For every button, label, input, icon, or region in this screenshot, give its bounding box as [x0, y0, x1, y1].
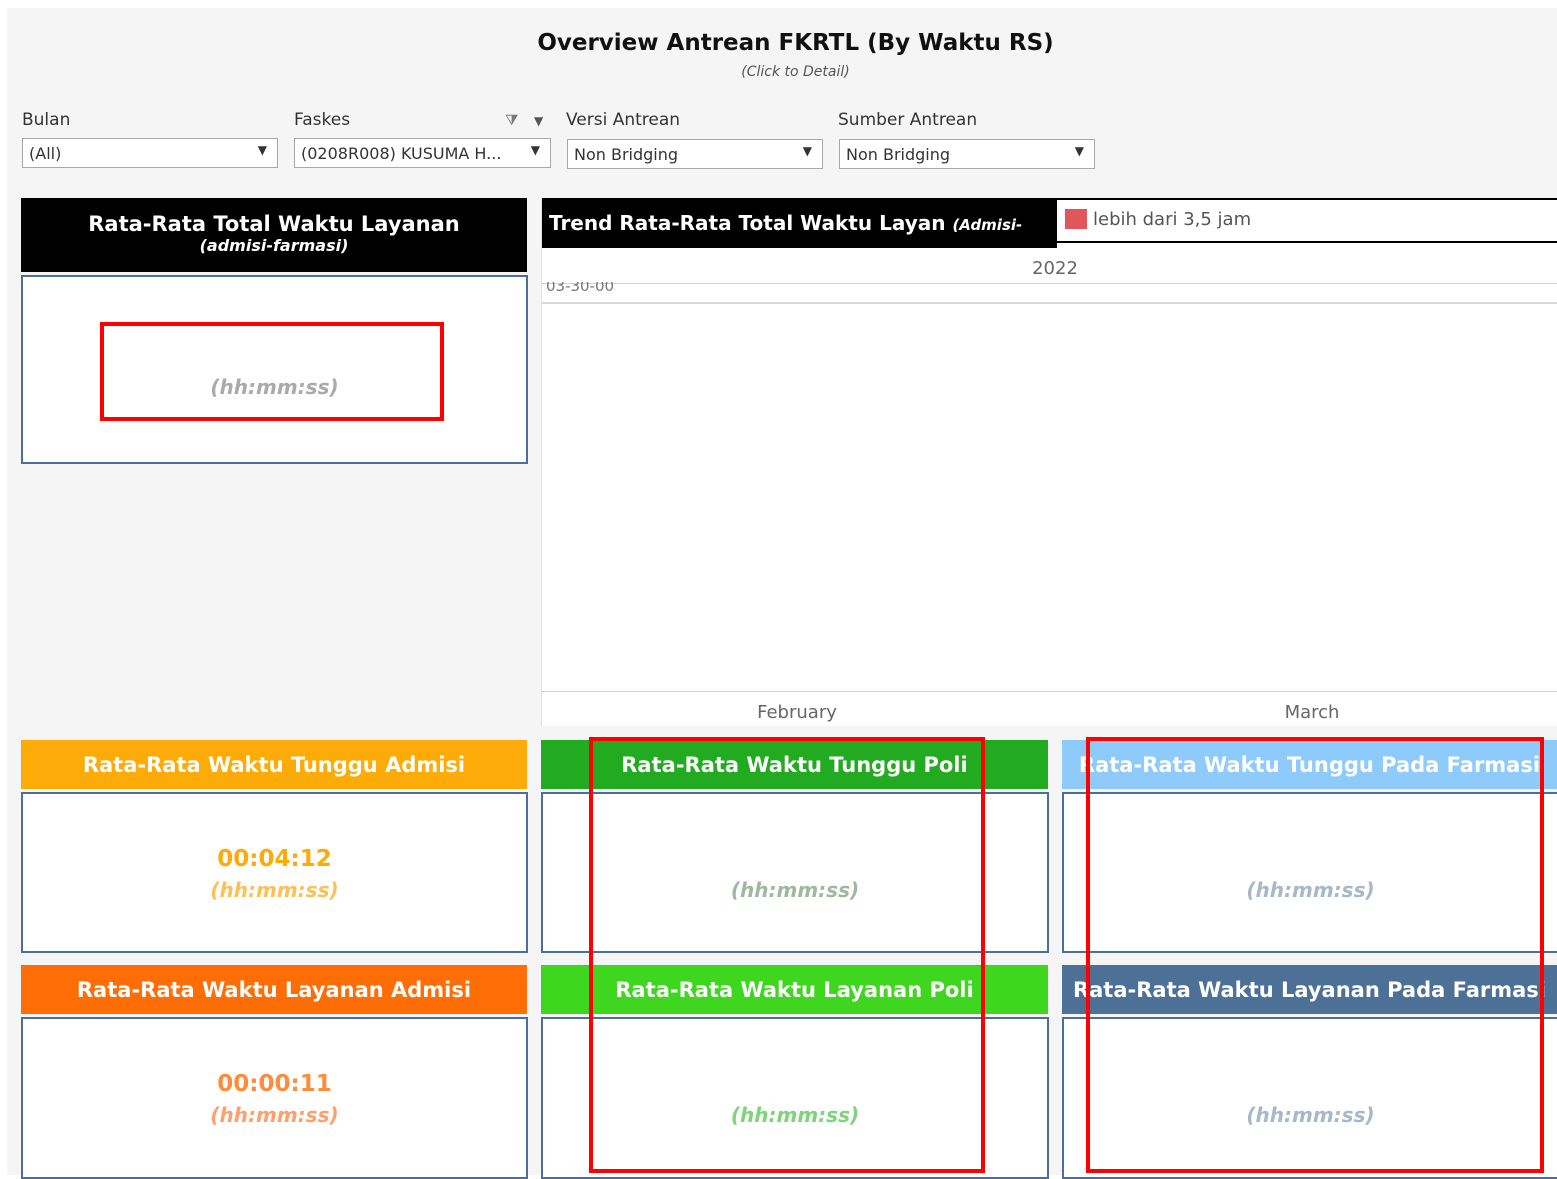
filter-faskes-value: (0208R008) KUSUMA H... [301, 144, 502, 163]
trend-chart-header: Trend Rata-Rata Total Waktu Layan (Admis… [542, 198, 1057, 286]
trend-month-february: February [757, 702, 837, 723]
legend-label: lebih dari 3,5 jam [1093, 209, 1252, 230]
filter-faskes-label: Faskes [294, 110, 351, 130]
layanan-admisi-header: Rata-Rata Waktu Layanan Admisi [21, 965, 527, 1014]
tunggu-admisi-value: 00:04:12 [217, 846, 332, 872]
layanan-admisi-unit: (hh:mm:ss) [210, 1103, 339, 1127]
trend-yaxis-label: 03-30-00 [546, 282, 615, 295]
trend-xaxis-line [542, 691, 1557, 692]
layanan-farmasi-header: Rata-Rata Waktu Layanan Pada Farmasi [1062, 965, 1557, 1014]
total-waktu-box[interactable]: (hh:mm:ss) [21, 275, 528, 464]
total-waktu-header: Rata-Rata Total Waktu Layanan (admisi-fa… [21, 198, 527, 272]
dropdown-arrow-icon: ▼ [530, 143, 540, 157]
total-waktu-title: Rata-Rata Total Waktu Layanan [88, 212, 460, 236]
total-waktu-subtitle: (admisi-farmasi) [199, 236, 349, 255]
trend-year-label: 2022 [1032, 258, 1078, 279]
legend-swatch [1065, 209, 1087, 229]
tunggu-admisi-unit: (hh:mm:ss) [210, 878, 339, 902]
filter-menu-chevron-icon[interactable]: ▼ [534, 114, 543, 128]
trend-axis-divider [542, 283, 1557, 284]
filter-sumber-label: Sumber Antrean [838, 110, 978, 130]
trend-legend[interactable]: lebih dari 3,5 jam [1055, 198, 1557, 243]
page-title[interactable]: Overview Antrean FKRTL (By Waktu RS) [7, 30, 1557, 56]
filter-bulan-label: Bulan [22, 110, 71, 130]
trend-gridline [542, 302, 1557, 304]
filter-faskes-select[interactable]: (0208R008) KUSUMA H... ▼ [294, 138, 551, 168]
tunggu-poli-header: Rata-Rata Waktu Tunggu Poli [541, 740, 1048, 789]
page-subtitle: (Click to Detail) [741, 64, 850, 80]
total-waktu-unit: (hh:mm:ss) [210, 375, 339, 399]
tunggu-farmasi-unit: (hh:mm:ss) [1246, 878, 1375, 902]
tunggu-admisi-box[interactable]: 00:04:12 (hh:mm:ss) [21, 792, 528, 953]
tunggu-poli-unit: (hh:mm:ss) [730, 878, 860, 902]
tunggu-farmasi-box[interactable]: (hh:mm:ss) [1062, 792, 1557, 953]
filter-sumber-value: Non Bridging [846, 145, 951, 164]
tunggu-farmasi-header: Rata-Rata Waktu Tunggu Pada Farmasi [1062, 740, 1557, 789]
filter-bulan-value: (All) [29, 144, 62, 163]
dropdown-arrow-icon: ▼ [1074, 144, 1084, 158]
dropdown-arrow-icon: ▼ [257, 143, 267, 157]
layanan-poli-header: Rata-Rata Waktu Layanan Poli [541, 965, 1048, 1014]
tunggu-poli-box[interactable]: (hh:mm:ss) [541, 792, 1049, 953]
filter-versi-label: Versi Antrean [566, 110, 681, 130]
trend-month-march: March [1284, 702, 1340, 723]
layanan-poli-box[interactable]: (hh:mm:ss) [541, 1017, 1049, 1179]
layanan-farmasi-box[interactable]: (hh:mm:ss) [1062, 1017, 1557, 1179]
filter-versi-value: Non Bridging [574, 145, 679, 164]
layanan-farmasi-unit: (hh:mm:ss) [1246, 1103, 1375, 1127]
tunggu-admisi-header: Rata-Rata Waktu Tunggu Admisi [21, 740, 527, 789]
dropdown-arrow-icon: ▼ [802, 144, 812, 158]
layanan-admisi-value: 00:00:11 [217, 1071, 332, 1097]
trend-chart[interactable]: Trend Rata-Rata Total Waktu Layan (Admis… [541, 198, 1557, 726]
filter-sumber-select[interactable]: Non Bridging ▼ [839, 139, 1095, 169]
clear-filter-icon[interactable]: ⧩ [505, 111, 518, 129]
layanan-poli-unit: (hh:mm:ss) [730, 1103, 860, 1127]
filter-versi-select[interactable]: Non Bridging ▼ [567, 139, 823, 169]
trend-chart-title: Trend Rata-Rata Total Waktu Layan [549, 211, 946, 235]
filter-bulan-select[interactable]: (All) ▼ [22, 138, 278, 168]
layanan-admisi-box[interactable]: 00:00:11 (hh:mm:ss) [21, 1017, 528, 1179]
